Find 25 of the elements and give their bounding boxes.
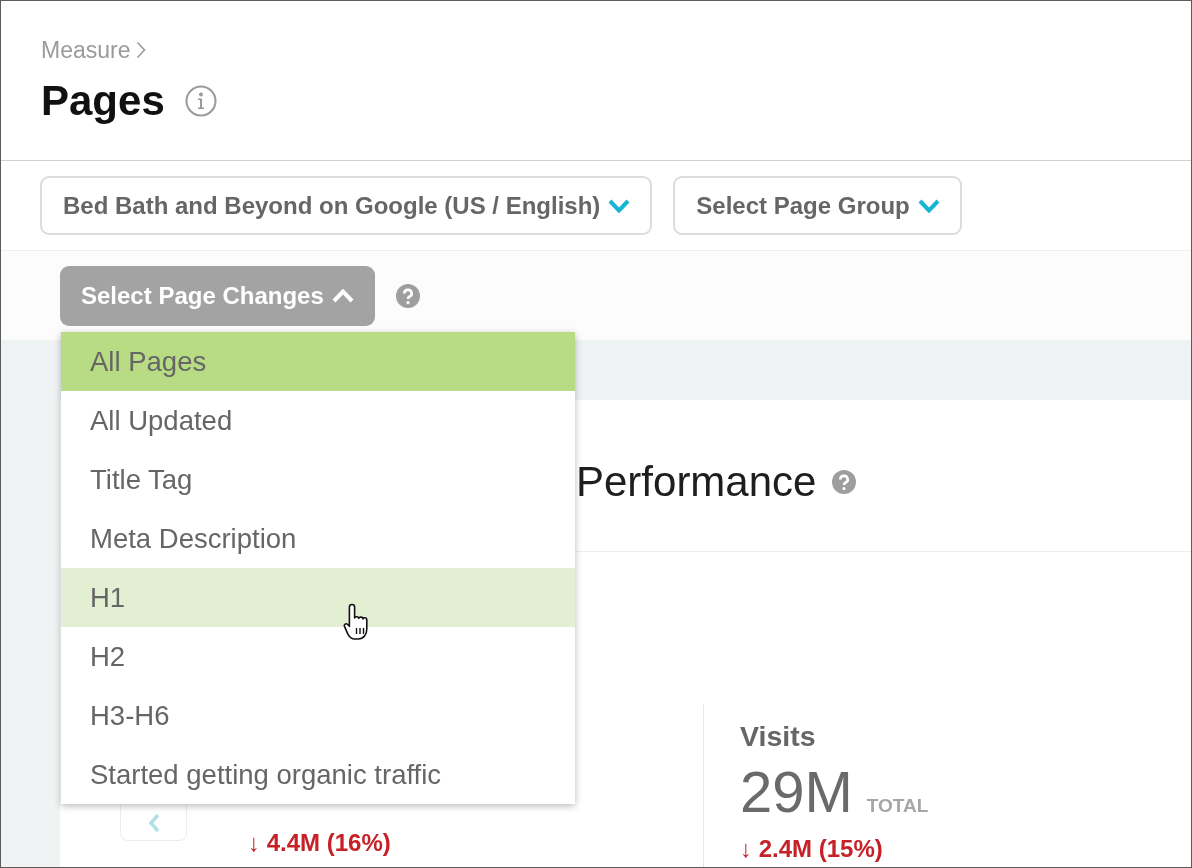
help-icon[interactable]	[832, 469, 857, 494]
menu-item[interactable]: Meta Description	[61, 509, 575, 568]
page-title: Pages	[41, 76, 165, 126]
help-icon[interactable]	[395, 283, 420, 308]
menu-item[interactable]: H1	[61, 568, 575, 627]
metric-unit: TOTAL	[866, 795, 929, 817]
menu-item[interactable]: H3-H6	[61, 686, 575, 745]
dropdown-button[interactable]: Bed Bath and Beyond on Google (US / English)	[40, 176, 653, 235]
metric-value: 29M	[740, 761, 853, 823]
metric-name: Visits	[740, 719, 816, 753]
previous-button[interactable]	[120, 805, 187, 841]
chevron-down-icon	[917, 198, 940, 213]
dropdown-button[interactable]: Select Page Group	[673, 176, 962, 235]
menu-item[interactable]: Started getting organic traffic	[61, 745, 575, 804]
panel-title: Performance	[576, 457, 817, 506]
chevron-right-icon	[136, 41, 147, 59]
chevron-left-icon	[147, 812, 160, 833]
metric-change: ↓ 4.4M (16%)	[248, 830, 391, 856]
menu-item[interactable]: H2	[61, 627, 575, 686]
chevron-down-icon	[608, 198, 631, 213]
menu-item[interactable]: All Pages	[61, 332, 575, 391]
metric-change: ↓ 2.4M (15%)	[740, 836, 883, 862]
menu-item[interactable]: Title Tag	[61, 450, 575, 509]
menu-item[interactable]: All Updated	[61, 391, 575, 450]
info-icon[interactable]	[184, 85, 217, 117]
